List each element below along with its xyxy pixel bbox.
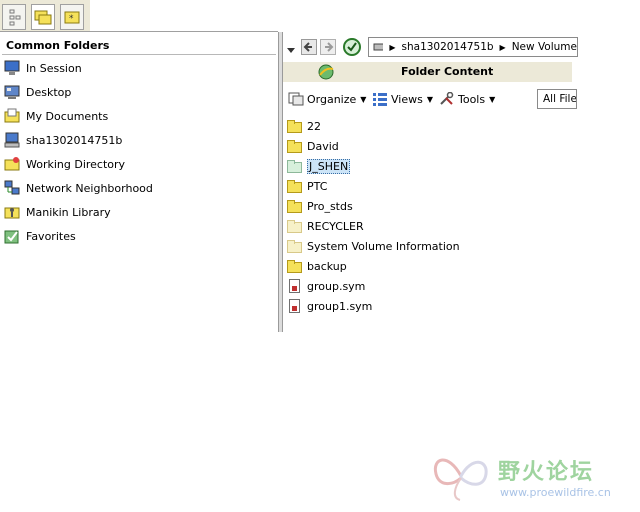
folder-item-manikin-library[interactable]: Manikin Library bbox=[4, 203, 111, 221]
watermark: 野火论坛 www.proewildfire.cn bbox=[430, 446, 630, 506]
folder-item-label: Network Neighborhood bbox=[26, 181, 153, 195]
model-tree-icon bbox=[9, 9, 21, 26]
tools-menu-button[interactable]: Tools ▼ bbox=[439, 91, 496, 106]
hidden-folder-icon bbox=[287, 219, 303, 233]
documents-icon bbox=[4, 108, 20, 124]
folder-browser-icon bbox=[34, 10, 52, 25]
list-item[interactable]: group.sym bbox=[287, 277, 365, 295]
refresh-icon[interactable] bbox=[342, 37, 362, 57]
list-item[interactable]: 22 bbox=[287, 117, 321, 135]
watermark-url: www.proewildfire.cn bbox=[500, 486, 611, 499]
list-item[interactable]: System Volume Information bbox=[287, 237, 460, 255]
file-list: 22 David J_SHEN PTC Pro_stds RECYCLER Sy… bbox=[283, 114, 572, 332]
tab-model-tree[interactable] bbox=[2, 4, 26, 30]
breadcrumb-item[interactable]: sha1302014751b bbox=[402, 41, 494, 53]
common-folders-title: Common Folders bbox=[6, 39, 110, 52]
list-item[interactable]: backup bbox=[287, 257, 347, 275]
item-name: David bbox=[307, 139, 339, 153]
organize-menu-button[interactable]: Organize ▼ bbox=[288, 92, 366, 106]
list-item[interactable]: group1.sym bbox=[287, 297, 372, 315]
browser-globe-icon bbox=[318, 64, 334, 80]
folder-toolbar: Organize ▼ Views ▼ Tools ▼ All File bbox=[283, 86, 577, 112]
folder-icon bbox=[287, 139, 303, 153]
chevron-down-icon[interactable] bbox=[287, 46, 295, 54]
navigator-tabs: * bbox=[0, 0, 90, 32]
folder-item-my-documents[interactable]: My Documents bbox=[4, 107, 108, 125]
item-name: backup bbox=[307, 259, 347, 273]
favorites-icon bbox=[4, 228, 20, 244]
folder-item-label: Favorites bbox=[26, 229, 76, 243]
breadcrumb-item[interactable]: New Volume bbox=[512, 41, 577, 53]
breadcrumb-separator-icon: ▶ bbox=[389, 42, 396, 52]
list-item-selected[interactable]: J_SHEN bbox=[287, 157, 351, 175]
file-type-filter[interactable]: All File bbox=[537, 89, 577, 109]
common-folders-panel: Common Folders In Session Desktop My Doc… bbox=[0, 32, 278, 332]
folder-item-label: Desktop bbox=[26, 85, 72, 99]
tools-label: Tools bbox=[458, 92, 486, 106]
item-name: J_SHEN bbox=[307, 158, 351, 174]
item-name: group1.sym bbox=[307, 299, 373, 313]
organize-icon bbox=[288, 92, 304, 106]
folder-item-label: sha1302014751b bbox=[26, 133, 123, 147]
folder-icon bbox=[287, 259, 303, 273]
folder-item-label: Working Directory bbox=[26, 157, 126, 171]
folder-item-working-directory[interactable]: Working Directory bbox=[4, 155, 125, 173]
computer-icon bbox=[4, 132, 20, 148]
folder-content-header: Folder Content bbox=[283, 62, 572, 82]
drive-icon bbox=[373, 43, 384, 51]
monitor-icon bbox=[4, 60, 20, 76]
folder-item-favorites[interactable]: Favorites bbox=[4, 227, 76, 245]
svg-text:*: * bbox=[69, 14, 74, 24]
list-item[interactable]: RECYCLER bbox=[287, 217, 364, 235]
chevron-down-icon: ▼ bbox=[426, 94, 433, 104]
item-name: Pro_stds bbox=[307, 199, 353, 213]
views-menu-button[interactable]: Views ▼ bbox=[372, 92, 433, 106]
tab-favorites[interactable]: * bbox=[60, 4, 84, 30]
folder-icon bbox=[287, 159, 303, 173]
favorites-folder-icon: * bbox=[64, 11, 80, 24]
symbol-file-icon bbox=[287, 279, 303, 293]
list-item[interactable]: Pro_stds bbox=[287, 197, 353, 215]
item-name: PTC bbox=[307, 179, 328, 193]
folder-item-label: Manikin Library bbox=[26, 205, 111, 219]
folder-item-desktop[interactable]: Desktop bbox=[4, 83, 71, 101]
symbol-file-icon bbox=[287, 299, 303, 313]
folder-icon bbox=[287, 119, 303, 133]
forward-arrow-icon[interactable] bbox=[320, 39, 336, 55]
folder-item-label: In Session bbox=[26, 61, 82, 75]
desktop-icon bbox=[4, 84, 20, 100]
item-name: group.sym bbox=[307, 279, 366, 293]
organize-label: Organize bbox=[307, 92, 357, 106]
library-icon bbox=[4, 204, 20, 220]
network-icon bbox=[4, 180, 20, 196]
views-icon bbox=[372, 92, 388, 106]
folder-content-title: Folder Content bbox=[401, 65, 494, 78]
back-arrow-icon[interactable] bbox=[301, 39, 317, 55]
chevron-down-icon: ▼ bbox=[360, 94, 367, 104]
working-directory-icon bbox=[4, 156, 20, 172]
chevron-down-icon: ▼ bbox=[489, 94, 496, 104]
hidden-folder-icon bbox=[287, 239, 303, 253]
navigation-bar: ▶ sha1302014751b ▶ New Volume bbox=[283, 32, 578, 62]
folder-item-label: My Documents bbox=[26, 109, 109, 123]
folder-item-network-neighborhood[interactable]: Network Neighborhood bbox=[4, 179, 153, 197]
title-divider bbox=[2, 54, 276, 55]
item-name: RECYCLER bbox=[307, 219, 364, 233]
butterfly-logo-icon bbox=[433, 458, 488, 501]
breadcrumb-separator-icon: ▶ bbox=[499, 42, 506, 52]
item-name: 22 bbox=[307, 119, 321, 133]
folder-item-in-session[interactable]: In Session bbox=[4, 59, 82, 77]
item-name: System Volume Information bbox=[307, 239, 460, 253]
views-label: Views bbox=[391, 92, 423, 106]
list-item[interactable]: David bbox=[287, 137, 339, 155]
tab-folder-browser[interactable] bbox=[31, 4, 55, 30]
folder-icon bbox=[287, 179, 303, 193]
folder-item-computer[interactable]: sha1302014751b bbox=[4, 131, 122, 149]
list-item[interactable]: PTC bbox=[287, 177, 327, 195]
tools-icon bbox=[439, 91, 455, 106]
address-breadcrumb[interactable]: ▶ sha1302014751b ▶ New Volume bbox=[368, 37, 578, 57]
folder-icon bbox=[287, 199, 303, 213]
watermark-text: 野火论坛 bbox=[498, 460, 595, 485]
